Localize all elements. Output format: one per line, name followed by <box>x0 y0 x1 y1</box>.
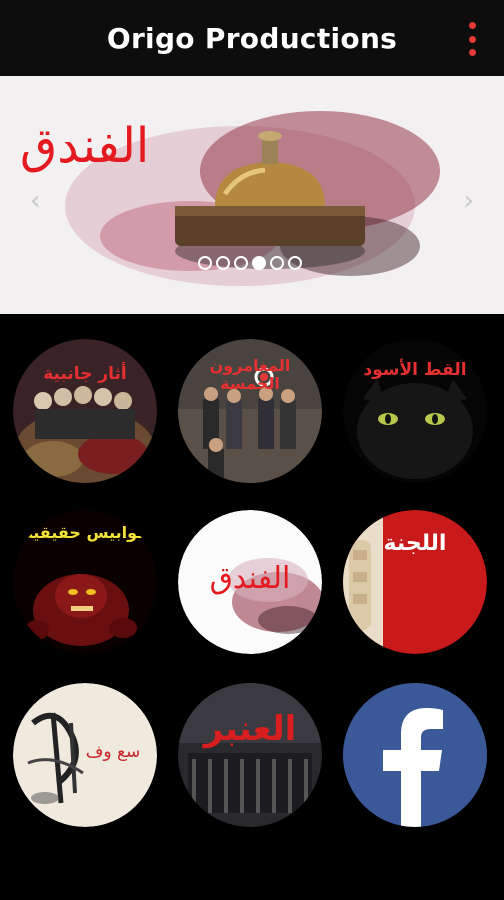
carousel-dot[interactable] <box>270 256 284 270</box>
series-tile-committee[interactable]: اللجنة <box>343 510 487 654</box>
carousel-dot[interactable] <box>198 256 212 270</box>
tile-title: كوابيس حقيقية <box>23 523 147 542</box>
carousel-dot[interactable] <box>234 256 248 270</box>
carousel-dot[interactable] <box>252 256 266 270</box>
featured-carousel[interactable]: الفندق ‹ › <box>0 76 504 314</box>
tile-title: سع وف <box>85 742 141 762</box>
menu-dot <box>468 35 476 43</box>
chevron-left-icon[interactable]: ‹ <box>30 188 40 214</box>
tile-title: أثار جانبية <box>43 364 127 384</box>
carousel-dot[interactable] <box>288 256 302 270</box>
menu-dot <box>468 49 476 56</box>
facebook-icon <box>343 683 487 827</box>
series-grid: أثار جانبية المغامرون الخمسة القط الأسود… <box>0 314 504 900</box>
series-tile-real-nightmares[interactable]: كوابيس حقيقية <box>13 510 157 654</box>
tile-title: المغامرون الخمسة <box>209 356 291 393</box>
banner-title: الفندق <box>20 118 150 174</box>
tile-title: اللجنة <box>383 531 447 556</box>
tile-title: العنبر <box>203 709 297 749</box>
chevron-right-icon[interactable]: › <box>464 188 474 214</box>
series-tile-calligraphy[interactable]: سع وف <box>13 683 157 827</box>
tile-artwork <box>178 683 322 827</box>
more-vert-icon[interactable] <box>466 22 478 56</box>
tile-title: الفندق <box>209 561 291 596</box>
series-tile-hotel[interactable]: الفندق <box>178 510 322 654</box>
series-tile-side-effects[interactable]: أثار جانبية <box>13 339 157 483</box>
series-tile-black-cat[interactable]: القط الأسود <box>343 339 487 483</box>
banner-artwork <box>65 111 440 286</box>
carousel-dot[interactable] <box>216 256 230 270</box>
menu-dot <box>468 22 476 29</box>
app-title: Origo Productions <box>106 21 398 55</box>
carousel-indicator <box>198 256 302 270</box>
series-tile-adventurers[interactable]: المغامرون الخمسة <box>178 339 322 483</box>
app-bar: Origo Productions <box>0 0 504 76</box>
tile-artwork <box>13 339 157 483</box>
series-tile-ward[interactable]: العنبر <box>178 683 322 827</box>
facebook-tile[interactable] <box>343 683 487 827</box>
tile-title: القط الأسود <box>363 360 467 380</box>
